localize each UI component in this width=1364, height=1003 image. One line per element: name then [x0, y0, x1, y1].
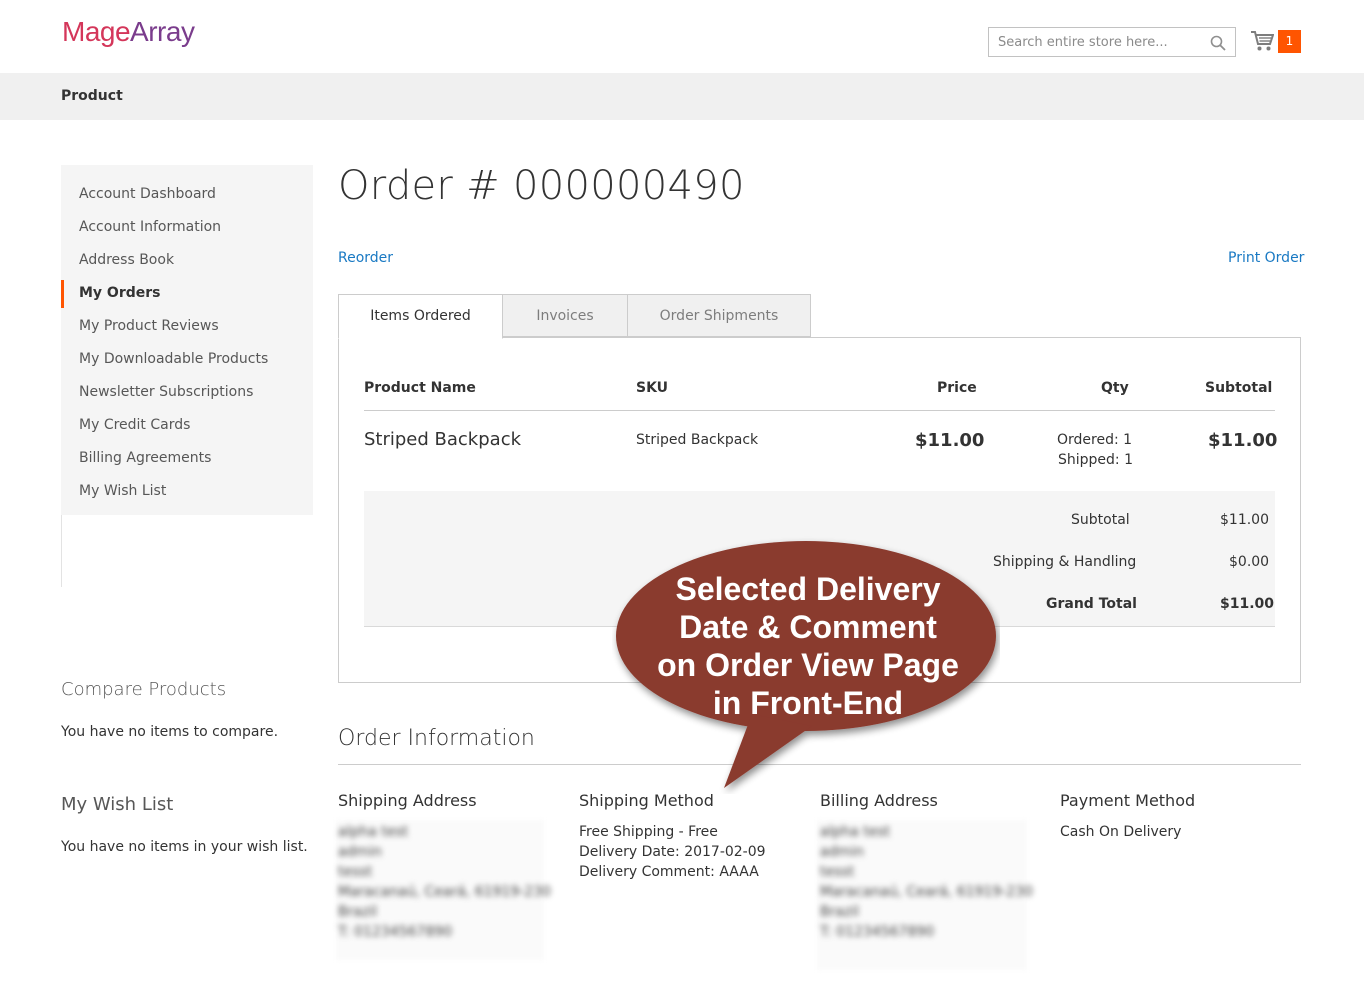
wish-list-empty-text: You have no items in your wish list.: [61, 839, 308, 855]
totals-subtotal-label: Subtotal: [1071, 512, 1130, 528]
sidebar-item-my-downloadable-products[interactable]: My Downloadable Products: [79, 351, 268, 367]
payment-method-line: Cash On Delivery: [1060, 824, 1182, 840]
page-title: Order # 000000490: [338, 163, 745, 209]
callout-line: Selected Delivery: [675, 571, 941, 607]
billing-address-line: Maracanaú, Ceará, 61919-230: [820, 884, 1034, 900]
shipping-address-line: Maracanaú, Ceará, 61919-230: [338, 884, 552, 900]
shipping-method-line: Free Shipping - Free: [579, 824, 718, 840]
nav-item-product[interactable]: Product: [61, 88, 123, 104]
wish-list-title: My Wish List: [61, 794, 174, 815]
item-sku: Striped Backpack: [636, 432, 759, 448]
account-sidebar: Account Dashboard Account Information Ad…: [61, 165, 313, 515]
column-header-sku: SKU: [636, 380, 669, 396]
search-icon[interactable]: [1210, 35, 1226, 51]
shipping-address-line: alpha test: [338, 824, 409, 840]
table-header-divider: [364, 410, 1275, 411]
delivery-comment: Delivery Comment: AAAA: [579, 864, 759, 880]
delivery-date: Delivery Date: 2017-02-09: [579, 844, 766, 860]
item-qty-shipped: Shipped: 1: [1058, 452, 1133, 468]
totals-shipping-value: $0.00: [1229, 554, 1270, 570]
sidebar-item-my-credit-cards[interactable]: My Credit Cards: [79, 417, 190, 433]
compare-products-title: Compare Products: [61, 679, 227, 700]
logo[interactable]: MageArray: [62, 16, 195, 48]
item-qty-ordered: Ordered: 1: [1057, 432, 1133, 448]
tab-items-ordered[interactable]: Items Ordered: [338, 294, 503, 339]
search-box: [988, 27, 1236, 57]
sidebar-item-address-book[interactable]: Address Book: [79, 252, 174, 268]
tab-order-shipments[interactable]: Order Shipments: [627, 294, 811, 337]
totals-shipping-label: Shipping & Handling: [993, 554, 1137, 570]
column-header-price: Price: [937, 380, 977, 396]
sidebar-item-my-wish-list[interactable]: My Wish List: [79, 483, 166, 499]
column-header-subtotal: Subtotal: [1205, 380, 1273, 396]
reorder-link[interactable]: Reorder: [338, 250, 393, 266]
tab-invoices[interactable]: Invoices: [502, 294, 628, 337]
sidebar-item-account-information[interactable]: Account Information: [79, 219, 221, 235]
order-information-title: Order Information: [338, 726, 535, 751]
shipping-address-line: admin: [338, 844, 382, 860]
logo-part-mage: Mage: [62, 16, 131, 47]
billing-address-line: admin: [820, 844, 864, 860]
cart-count-badge: 1: [1278, 30, 1301, 53]
sidebar-item-my-product-reviews[interactable]: My Product Reviews: [79, 318, 219, 334]
minicart[interactable]: 1: [1250, 28, 1302, 56]
callout-text: Selected Delivery Date & Comment on Orde…: [612, 570, 1004, 722]
sidebar-item-billing-agreements[interactable]: Billing Agreements: [79, 450, 211, 466]
item-product-name: Striped Backpack: [364, 429, 522, 450]
item-price: $11.00: [915, 430, 985, 451]
callout-line: in Front-End: [712, 685, 904, 721]
nav-bar: [0, 73, 1364, 120]
search-input[interactable]: [989, 28, 1208, 56]
callout-line: Date & Comment: [679, 609, 937, 645]
billing-address-line: T: 01234567890: [820, 924, 935, 940]
billing-address-line: tesst: [820, 864, 855, 880]
payment-method-title: Payment Method: [1060, 791, 1196, 810]
item-subtotal: $11.00: [1208, 430, 1278, 451]
logo-part-array: Array: [130, 16, 195, 47]
totals-grand-total-label: Grand Total: [1046, 596, 1137, 612]
billing-address-line: alpha test: [820, 824, 891, 840]
shipping-address-line: Brazil: [338, 904, 378, 920]
shipping-address-title: Shipping Address: [338, 791, 477, 810]
sidebar-item-newsletter-subscriptions[interactable]: Newsletter Subscriptions: [79, 384, 253, 400]
sidebar-item-account-dashboard[interactable]: Account Dashboard: [79, 186, 216, 202]
shipping-address-line: tesst: [338, 864, 373, 880]
compare-products-empty-text: You have no items to compare.: [61, 724, 279, 740]
sidebar-active-indicator: [61, 280, 64, 308]
column-header-product-name: Product Name: [364, 380, 476, 396]
callout-line: on Order View Page: [657, 647, 959, 683]
sidebar-divider: [61, 515, 62, 587]
billing-address-line: Brazil: [820, 904, 860, 920]
print-order-link[interactable]: Print Order: [1228, 250, 1304, 266]
column-header-qty: Qty: [1101, 380, 1129, 396]
cart-icon: [1251, 31, 1274, 51]
sidebar-item-my-orders[interactable]: My Orders: [79, 285, 161, 301]
shipping-address-line: T: 01234567890: [338, 924, 453, 940]
totals-grand-total-value: $11.00: [1220, 596, 1275, 612]
totals-subtotal-value: $11.00: [1220, 512, 1269, 528]
